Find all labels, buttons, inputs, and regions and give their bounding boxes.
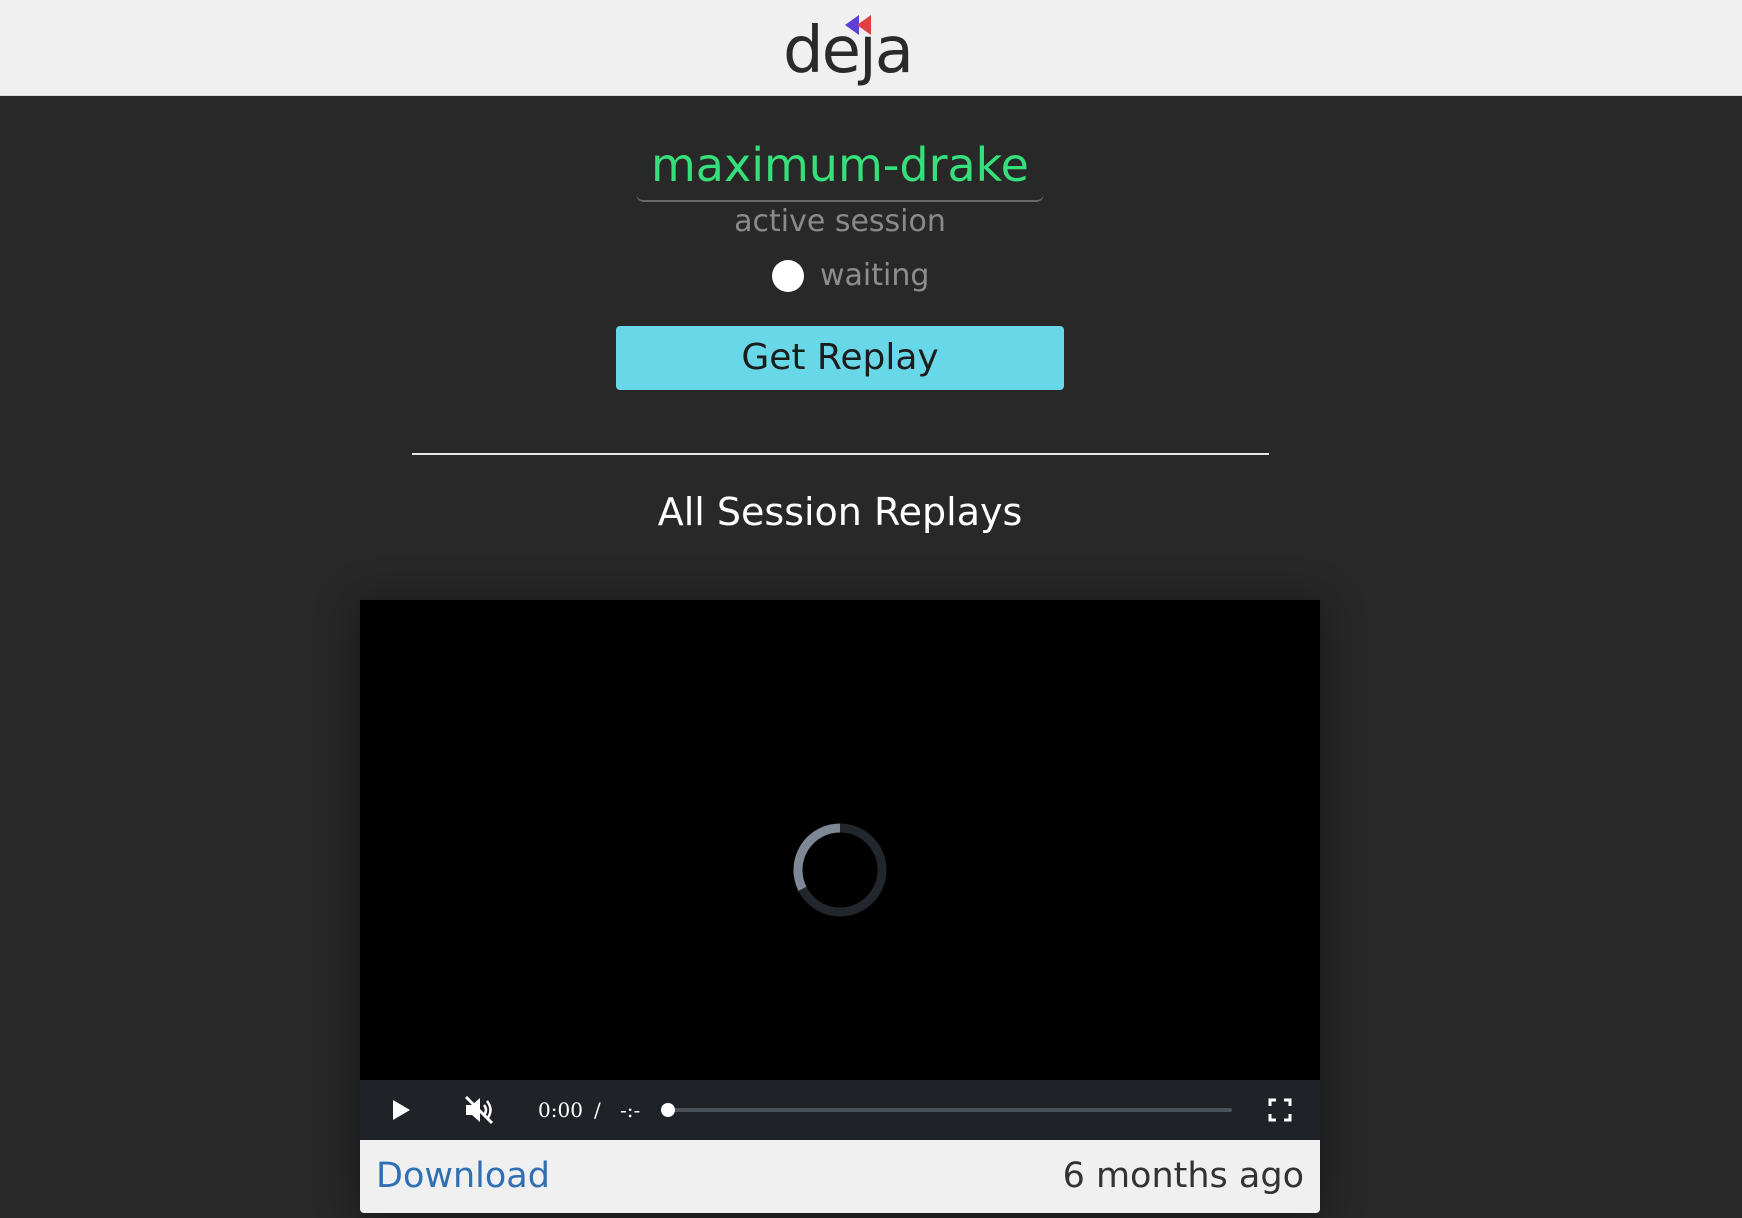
- deja-logo[interactable]: deja: [783, 8, 914, 94]
- replay-card: 0:00 / -:- Download 6 months ago: [360, 600, 1320, 1213]
- replay-card-footer: Download 6 months ago: [360, 1140, 1320, 1213]
- session-label: active session: [734, 204, 946, 239]
- video-controls: 0:00 / -:-: [360, 1080, 1320, 1140]
- progress-bar[interactable]: [661, 1103, 1232, 1117]
- duration: -:-: [620, 1098, 641, 1122]
- replay-age: 6 months ago: [1062, 1156, 1304, 1196]
- session-name: maximum-drake: [636, 128, 1044, 202]
- play-icon: [393, 1100, 410, 1120]
- time-separator: /: [594, 1098, 601, 1122]
- get-replay-button[interactable]: Get Replay: [616, 326, 1064, 390]
- play-button[interactable]: [376, 1080, 426, 1140]
- session-status: waiting: [770, 256, 990, 296]
- section-title: All Session Replays: [657, 490, 1023, 534]
- muted-speaker-icon: [464, 1095, 494, 1125]
- top-bar: deja: [0, 0, 1742, 96]
- mute-button[interactable]: [454, 1080, 504, 1140]
- fullscreen-icon: [1268, 1098, 1292, 1122]
- fullscreen-button[interactable]: [1260, 1080, 1300, 1140]
- progress-handle[interactable]: [661, 1103, 675, 1117]
- rewind-icon: [845, 15, 871, 35]
- divider: [412, 453, 1269, 455]
- download-link[interactable]: Download: [376, 1140, 550, 1213]
- loading-spinner-icon: [793, 823, 887, 917]
- video-player[interactable]: [360, 600, 1320, 1080]
- status-text: waiting: [820, 258, 930, 293]
- status-indicator-icon: [772, 260, 804, 292]
- current-time: 0:00: [538, 1098, 583, 1122]
